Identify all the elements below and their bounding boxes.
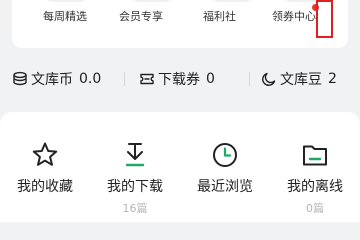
coins-value: 0.0 <box>79 71 102 87</box>
star-icon <box>32 142 58 166</box>
services-card: 每周精选 会员专享 福利社 领券中心 <box>12 0 348 48</box>
asset-coins[interactable]: 文库币 0.0 <box>12 68 101 90</box>
nav-label-offline: 我的离线 <box>287 179 343 195</box>
welfare-icon[interactable] <box>208 0 256 2</box>
nav-my-offline[interactable]: 我的离线 0篇 <box>270 136 360 216</box>
service-label-weekly-picks[interactable]: 每周精选 <box>43 8 87 24</box>
divider <box>124 72 125 86</box>
asset-download-tickets[interactable]: 下载券 0 <box>139 68 215 90</box>
beans-label: 文库豆 <box>280 72 322 88</box>
nav-label-favorites: 我的收藏 <box>17 179 73 195</box>
nav-count-offline: 0篇 <box>306 202 324 215</box>
bean-icon <box>262 72 276 86</box>
download-icon <box>125 143 145 167</box>
nav-label-recent: 最近浏览 <box>197 179 253 195</box>
clock-icon <box>213 143 237 167</box>
service-label-coupon-center[interactable]: 领券中心 <box>272 8 316 24</box>
nav-my-downloads[interactable]: 我的下载 16篇 <box>90 136 180 216</box>
download-tickets-value: 0 <box>206 71 215 87</box>
asset-beans[interactable]: 文库豆 2 <box>261 68 337 90</box>
coins-label: 文库币 <box>31 72 73 88</box>
nav-count-downloads: 16篇 <box>122 202 148 215</box>
service-label-welfare[interactable]: 福利社 <box>203 8 236 24</box>
weekly-picks-icon[interactable] <box>42 0 90 2</box>
my-content-card: 我的收藏 我的下载 16篇 最近浏览 我的离线 0篇 <box>0 112 360 222</box>
highlight-box <box>316 0 333 38</box>
download-tickets-label: 下载券 <box>158 72 200 88</box>
service-label-member-exclusive[interactable]: 会员专享 <box>119 8 163 24</box>
beans-value: 2 <box>328 71 337 87</box>
download-ticket-icon <box>140 73 154 85</box>
offline-folder-icon <box>303 145 327 166</box>
nav-recent-browsing[interactable]: 最近浏览 <box>180 136 270 216</box>
coin-stack-icon <box>13 71 27 86</box>
nav-label-downloads: 我的下载 <box>107 179 163 195</box>
divider <box>249 72 250 86</box>
nav-my-favorites[interactable]: 我的收藏 <box>0 136 90 216</box>
member-exclusive-icon[interactable] <box>128 0 176 2</box>
